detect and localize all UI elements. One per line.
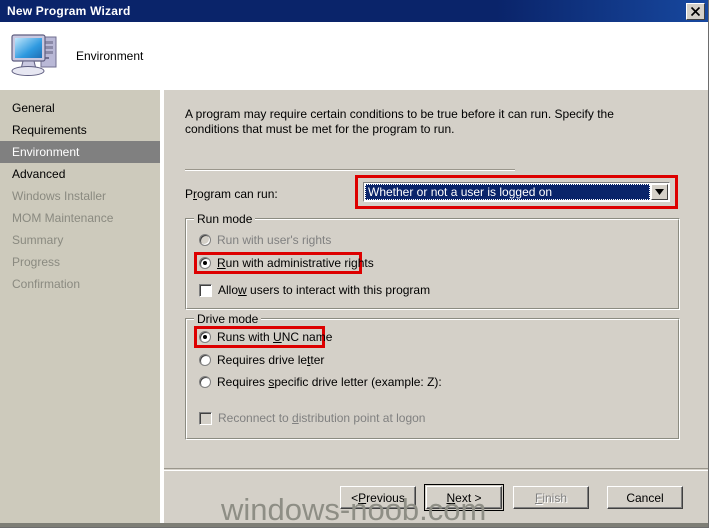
sidebar-list: General Requirements Environment Advance… <box>0 90 160 295</box>
program-can-run-dropdown[interactable]: Whether or not a user is logged on <box>363 182 670 202</box>
sidebar-item-general[interactable]: General <box>0 97 160 119</box>
radio-runs-with-unc-name-label: Runs with UNC name <box>217 330 333 344</box>
radio-icon <box>199 257 211 269</box>
checkbox-allow-users-to-interact-label: Allow users to interact with this progra… <box>218 283 431 297</box>
radio-requires-drive-letter-label: Requires drive letter <box>217 353 325 367</box>
close-button[interactable] <box>686 2 705 20</box>
title-bar: New Program Wizard <box>0 0 708 22</box>
close-icon <box>690 6 701 17</box>
wizard-footer: < Previous Next > Finish Cancel <box>164 470 708 527</box>
page-title: Environment <box>76 49 144 63</box>
radio-icon <box>199 354 211 366</box>
computer-icon <box>8 29 66 83</box>
footer-separator <box>164 468 708 469</box>
radio-icon <box>199 331 211 343</box>
section-separator <box>185 169 515 171</box>
main-content-pane: A program may require certain conditions… <box>164 90 708 470</box>
next-button[interactable]: Next > <box>424 484 504 511</box>
chevron-down-icon[interactable] <box>651 184 668 200</box>
previous-button[interactable]: < Previous <box>340 486 416 509</box>
radio-run-with-users-rights-label: Run with user's rights <box>217 233 332 247</box>
drive-mode-group-title: Drive mode <box>194 312 262 326</box>
new-program-wizard-window: New Program Wizard Environment General R… <box>0 0 709 528</box>
run-mode-group: Run mode Run with user's rights Run with… <box>185 212 680 310</box>
radio-runs-with-unc-name[interactable]: Runs with UNC name <box>199 330 332 344</box>
window-title: New Program Wizard <box>7 4 131 18</box>
radio-requires-specific-drive-letter[interactable]: Requires specific drive letter (example:… <box>199 375 442 389</box>
sidebar-item-requirements[interactable]: Requirements <box>0 119 160 141</box>
checkbox-icon <box>199 411 212 425</box>
finish-button: Finish <box>513 486 589 509</box>
radio-run-with-administrative-rights-label: Run with administrative rights <box>217 256 374 270</box>
radio-icon <box>199 376 211 388</box>
sidebar-item-confirmation: Confirmation <box>12 277 81 291</box>
wizard-step-sidebar: General Requirements Environment Advance… <box>0 90 160 527</box>
sidebar-item-mom-maintenance: MOM Maintenance <box>12 211 114 225</box>
radio-run-with-administrative-rights[interactable]: Run with administrative rights <box>199 256 374 270</box>
radio-requires-specific-drive-letter-label: Requires specific drive letter (example:… <box>217 375 442 389</box>
checkbox-reconnect-to-distribution-point: Reconnect to distribution point at logon <box>199 411 425 425</box>
sidebar-item-advanced[interactable]: Advanced <box>0 163 160 185</box>
sidebar-item-environment[interactable]: Environment <box>0 141 160 163</box>
page-description: A program may require certain conditions… <box>185 107 614 136</box>
run-mode-group-title: Run mode <box>194 212 256 226</box>
program-can-run-label: Program can run: <box>185 187 278 201</box>
cancel-button[interactable]: Cancel <box>607 486 683 509</box>
checkbox-reconnect-to-distribution-point-label: Reconnect to distribution point at logon <box>218 411 426 425</box>
program-can-run-value: Whether or not a user is logged on <box>365 184 650 200</box>
window-bottom-edge <box>0 523 708 527</box>
wizard-header: Environment <box>0 22 708 90</box>
drive-mode-group: Drive mode Runs with UNC name Requires d… <box>185 312 680 440</box>
sidebar-item-summary: Summary <box>12 233 64 247</box>
checkbox-icon <box>199 283 212 297</box>
sidebar-item-windows-installer: Windows Installer <box>12 189 107 203</box>
sidebar-item-progress: Progress <box>12 255 61 269</box>
radio-run-with-users-rights: Run with user's rights <box>199 233 331 247</box>
checkbox-allow-users-to-interact[interactable]: Allow users to interact with this progra… <box>199 283 430 297</box>
radio-icon <box>199 234 211 246</box>
radio-requires-drive-letter[interactable]: Requires drive letter <box>199 353 324 367</box>
